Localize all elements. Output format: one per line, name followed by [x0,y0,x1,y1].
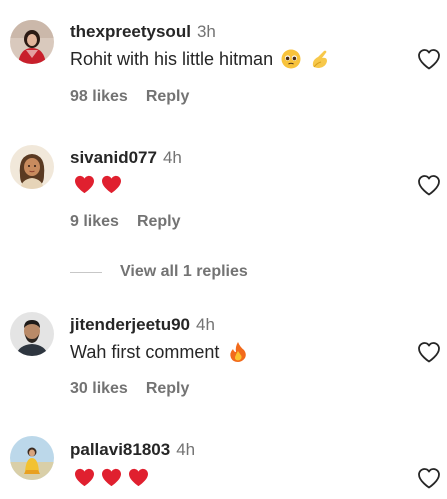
red-heart-emoji [101,468,122,487]
username-link[interactable]: thexpreetysoul [70,22,191,41]
comment-meta: 98 likes Reply [70,88,189,106]
comment-username[interactable]: pallavi81803 4h [70,440,195,460]
fire-emoji [229,341,247,363]
clapping-hand-emoji [309,48,331,70]
comment-time: 4h [196,315,215,334]
red-heart-emoji [128,468,149,487]
reply-button[interactable]: Reply [146,88,190,105]
reply-button[interactable]: Reply [146,380,190,397]
comment-body: Wah first comment [70,341,220,362]
avatar[interactable] [10,312,54,356]
avatar[interactable] [10,145,54,189]
divider-line [70,271,102,273]
comment-time: 3h [196,22,216,41]
username-link[interactable]: sivanid077 [70,148,157,167]
heart-outline-icon[interactable] [417,174,441,196]
pleading-face-emoji [281,49,301,69]
comment-text [70,468,149,487]
comment-body: Rohit with his little hitman [70,48,274,69]
comment-time: 4h [162,148,182,167]
heart-outline-icon[interactable] [417,467,441,489]
likes-count[interactable]: 30 likes [70,380,128,397]
view-replies-button[interactable]: View all 1 replies [70,261,248,283]
comment-meta: 30 likes Reply [70,380,189,398]
comment-time: 4h [176,440,196,459]
comment-username[interactable]: sivanid077 4h [70,148,182,168]
comment-text: Rohit with his little hitman [70,48,331,70]
reply-button[interactable]: Reply [137,213,181,230]
avatar[interactable] [10,20,54,64]
red-heart-emoji [101,175,122,194]
likes-count[interactable]: 98 likes [70,88,128,105]
comment-text [70,175,122,194]
heart-outline-icon[interactable] [417,48,441,70]
comment-text: Wah first comment [70,341,247,363]
view-replies-label[interactable]: View all 1 replies [120,263,248,281]
red-heart-emoji [74,175,95,194]
username-link[interactable]: jitenderjeetu90 [70,315,190,334]
red-heart-emoji [74,468,95,487]
heart-outline-icon[interactable] [417,341,441,363]
comment-username[interactable]: thexpreetysoul 3h [70,22,216,42]
comment-meta: 9 likes Reply [70,213,181,231]
avatar[interactable] [10,436,54,480]
username-link[interactable]: pallavi81803 [70,440,170,459]
comment-username[interactable]: jitenderjeetu90 4h [70,315,215,335]
likes-count[interactable]: 9 likes [70,213,119,230]
